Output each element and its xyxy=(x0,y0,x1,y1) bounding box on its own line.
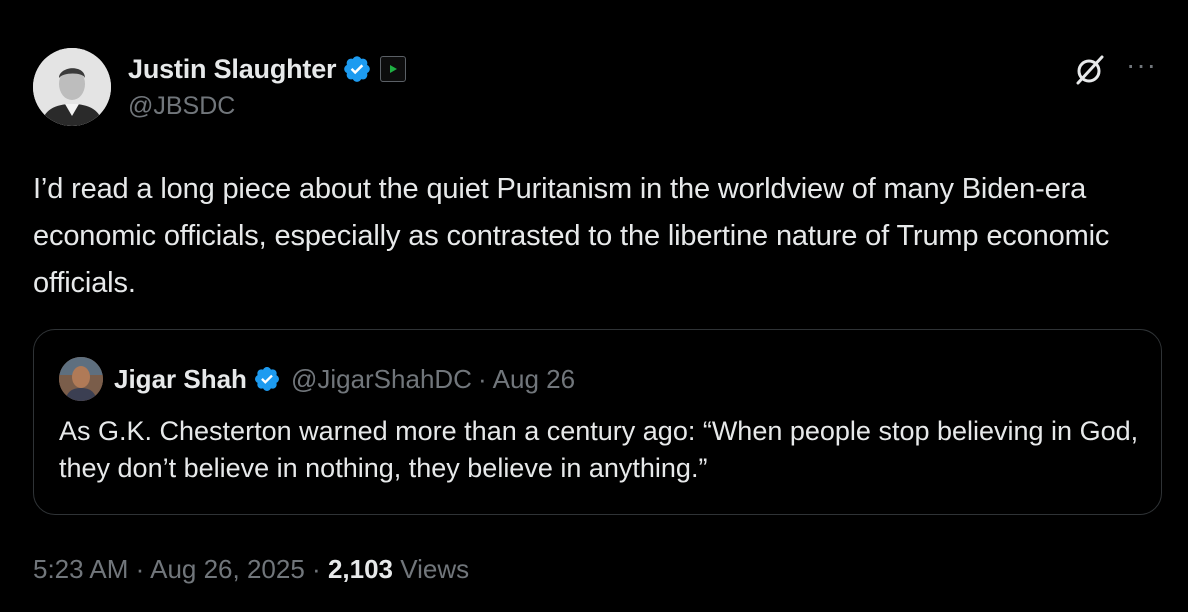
quoted-tweet[interactable]: Jigar Shah @JigarShahDC · Aug 26 As G.K.… xyxy=(33,329,1162,515)
verified-badge-icon[interactable] xyxy=(342,54,372,84)
author-name-row: Justin Slaughter xyxy=(128,52,407,86)
author-avatar[interactable] xyxy=(33,48,111,126)
tweet-meta: 5:23 AM · Aug 26, 2025 · 2,103 Views xyxy=(33,554,469,585)
views-count[interactable]: 2,103 xyxy=(328,554,393,584)
quoted-author-avatar[interactable] xyxy=(59,357,103,401)
author-handle[interactable]: @JBSDC xyxy=(128,92,235,121)
quoted-date[interactable]: Aug 26 xyxy=(493,364,575,395)
quoted-author-name[interactable]: Jigar Shah xyxy=(114,364,247,395)
affiliation-badge-icon[interactable] xyxy=(380,56,407,82)
verified-badge-icon[interactable] xyxy=(253,365,281,393)
quoted-text: As G.K. Chesterton warned more than a ce… xyxy=(59,416,1139,483)
more-icon[interactable]: ··· xyxy=(1126,51,1157,79)
tweet-text: I’d read a long piece about the quiet Pu… xyxy=(33,173,1110,299)
quoted-author-handle[interactable]: @JigarShahDC xyxy=(291,364,472,395)
quoted-separator: · xyxy=(477,363,487,394)
meta-separator: · xyxy=(312,554,321,584)
tweet-time[interactable]: 5:23 AM xyxy=(33,554,128,584)
grok-icon[interactable] xyxy=(1072,52,1108,88)
meta-separator: · xyxy=(135,554,145,584)
views-label[interactable]: Views xyxy=(400,554,469,584)
tweet-date[interactable]: Aug 26, 2025 xyxy=(150,554,305,584)
quoted-header: Jigar Shah @JigarShahDC · Aug 26 xyxy=(114,362,575,396)
author-name[interactable]: Justin Slaughter xyxy=(128,54,337,85)
